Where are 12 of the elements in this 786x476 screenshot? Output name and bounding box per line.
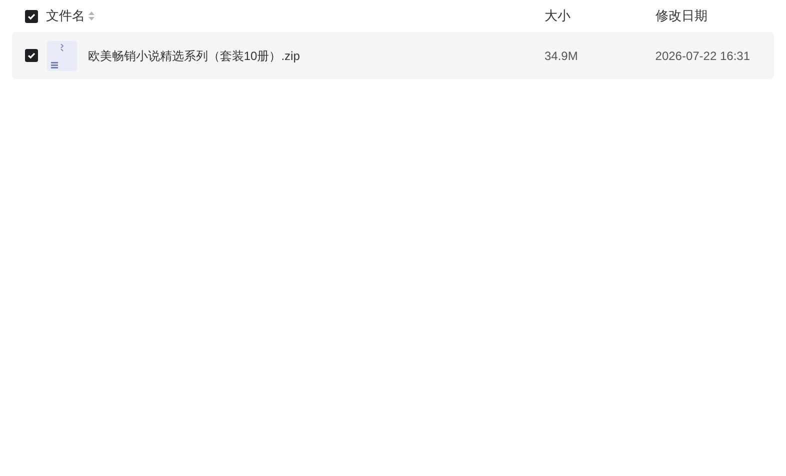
- file-size: 34.9M: [544, 48, 578, 62]
- check-icon: [26, 12, 36, 20]
- check-icon: [26, 51, 36, 60]
- column-header[interactable]: 文件名: [46, 6, 85, 26]
- archive-file-icon: [46, 40, 78, 72]
- column-header[interactable]: 修改日期: [655, 6, 708, 26]
- file-name[interactable]: 欧美畅销小说精选系列（套装10册）.zip: [88, 46, 300, 64]
- checkbox[interactable]: [25, 49, 38, 62]
- modified-date: 2026-07-22 16:31: [655, 48, 750, 62]
- column-header[interactable]: 大小: [544, 6, 570, 26]
- file-row[interactable]: 欧美畅销小说精选系列（套装10册）.zip 34.9M 2026-07-22 16:31: [12, 32, 774, 79]
- checkbox[interactable]: [25, 10, 38, 22]
